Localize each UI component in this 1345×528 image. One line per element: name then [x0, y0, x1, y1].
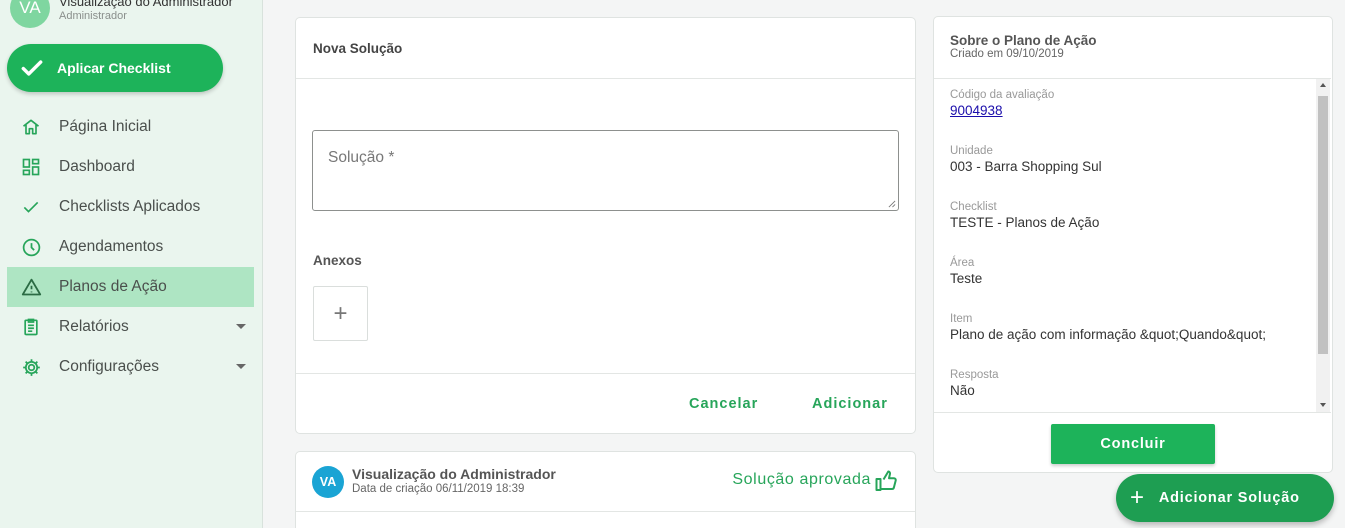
sidebar-item-checklists[interactable]: Checklists Aplicados — [7, 187, 254, 227]
sidebar-item-home[interactable]: Página Inicial — [7, 107, 254, 147]
chevron-down-icon[interactable] — [236, 364, 246, 369]
clipboard-icon — [20, 316, 42, 338]
sidebar-item-label: Agendamentos — [59, 238, 164, 255]
solution-placeholder: Solução * — [328, 149, 395, 166]
field-value: Não — [950, 383, 975, 398]
conclude-button[interactable]: Concluir — [1051, 424, 1215, 464]
sidebar-item-label: Dashboard — [59, 158, 135, 175]
attachments-label: Anexos — [313, 253, 362, 268]
field-area: Área Teste — [950, 256, 982, 288]
user-profile[interactable]: VA Visualização do Administrador Adminis… — [10, 0, 233, 28]
scroll-down-icon[interactable] — [1320, 403, 1326, 407]
divider — [296, 511, 915, 512]
clock-icon — [20, 236, 42, 258]
sidebar-item-reports[interactable]: Relatórios — [7, 307, 254, 347]
add-solution-fab[interactable]: + Adicionar Solução — [1116, 474, 1334, 522]
avatar: VA — [10, 0, 50, 28]
dashboard-icon — [20, 156, 42, 178]
field-label: Área — [950, 257, 975, 269]
avatar: VA — [312, 466, 344, 498]
card-title: Nova Solução — [313, 41, 403, 56]
gear-icon — [20, 356, 42, 378]
action-plan-info-card: Sobre o Plano de Ação Criado em 09/10/20… — [933, 16, 1333, 473]
sidebar-nav: Página Inicial Dashboard Checklists Apli… — [7, 107, 254, 387]
new-solution-card: Nova Solução Solução * Anexos + Cancelar… — [295, 17, 916, 434]
sidebar-item-schedules[interactable]: Agendamentos — [7, 227, 254, 267]
created-date: Criado em 09/10/2019 — [950, 48, 1064, 60]
sidebar-item-label: Página Inicial — [59, 118, 152, 135]
sidebar-item-label: Checklists Aplicados — [59, 198, 201, 215]
cancel-button[interactable]: Cancelar — [689, 396, 758, 412]
add-button[interactable]: Adicionar — [812, 396, 888, 412]
field-label: Código da avaliação — [950, 89, 1055, 101]
field-value: 003 - Barra Shopping Sul — [950, 159, 1102, 174]
evaluation-code-link[interactable]: 9004938 — [950, 102, 1054, 120]
apply-checklist-label: Aplicar Checklist — [57, 60, 171, 76]
chevron-down-icon[interactable] — [236, 324, 246, 329]
field-item: Item Plano de ação com informação &quot;… — [950, 312, 1266, 344]
card-title: Sobre o Plano de Ação — [950, 33, 1097, 48]
scroll-up-icon[interactable] — [1320, 83, 1326, 87]
field-label: Item — [950, 313, 973, 325]
sidebar-item-label: Relatórios — [59, 318, 129, 335]
field-label: Checklist — [950, 201, 997, 213]
add-attachment-button[interactable]: + — [313, 286, 368, 341]
field-unit: Unidade 003 - Barra Shopping Sul — [950, 144, 1102, 176]
field-value: Plano de ação com informação &quot;Quand… — [950, 327, 1266, 342]
comment-date: Data de criação 06/11/2019 18:39 — [352, 483, 525, 495]
sidebar: VA Visualização do Administrador Adminis… — [0, 0, 263, 528]
field-checklist: Checklist TESTE - Planos de Ação — [950, 200, 1099, 232]
user-role: Administrador — [59, 9, 127, 22]
divider — [296, 373, 915, 374]
field-answer: Resposta Não — [950, 368, 999, 400]
field-label: Unidade — [950, 145, 993, 157]
resize-handle-icon[interactable] — [888, 200, 896, 208]
thumbs-up-icon[interactable] — [875, 470, 899, 492]
info-list[interactable]: Código da avaliação 9004938 Unidade 003 … — [934, 78, 1331, 413]
home-icon — [20, 116, 42, 138]
field-value: TESTE - Planos de Ação — [950, 215, 1100, 230]
add-solution-label: Adicionar Solução — [1158, 490, 1300, 506]
field-evaluation-code: Código da avaliação 9004938 — [950, 88, 1054, 120]
apply-checklist-button[interactable]: Aplicar Checklist — [7, 44, 223, 92]
sidebar-item-dashboard[interactable]: Dashboard — [7, 147, 254, 187]
sidebar-item-label: Configurações — [59, 358, 159, 375]
check-icon — [21, 60, 43, 76]
plus-icon: + — [1130, 484, 1145, 511]
user-name: Visualização do Administrador — [59, 0, 233, 9]
check-icon — [20, 196, 42, 218]
divider — [296, 78, 915, 79]
sidebar-item-label: Planos de Ação — [59, 278, 167, 295]
comment-author: Visualização do Administrador — [352, 466, 556, 482]
sidebar-item-action-plans[interactable]: Planos de Ação — [7, 267, 254, 307]
solution-textarea[interactable]: Solução * — [312, 130, 899, 211]
field-label: Resposta — [950, 369, 999, 381]
solution-status: Solução aprovada — [732, 471, 871, 488]
scrollbar-thumb[interactable] — [1318, 96, 1328, 354]
warning-icon — [20, 276, 42, 298]
plus-icon: + — [333, 299, 348, 327]
field-value: Teste — [950, 271, 983, 286]
solution-comment-card: VA Visualização do Administrador Data de… — [295, 451, 916, 528]
sidebar-item-settings[interactable]: Configurações — [7, 347, 254, 387]
